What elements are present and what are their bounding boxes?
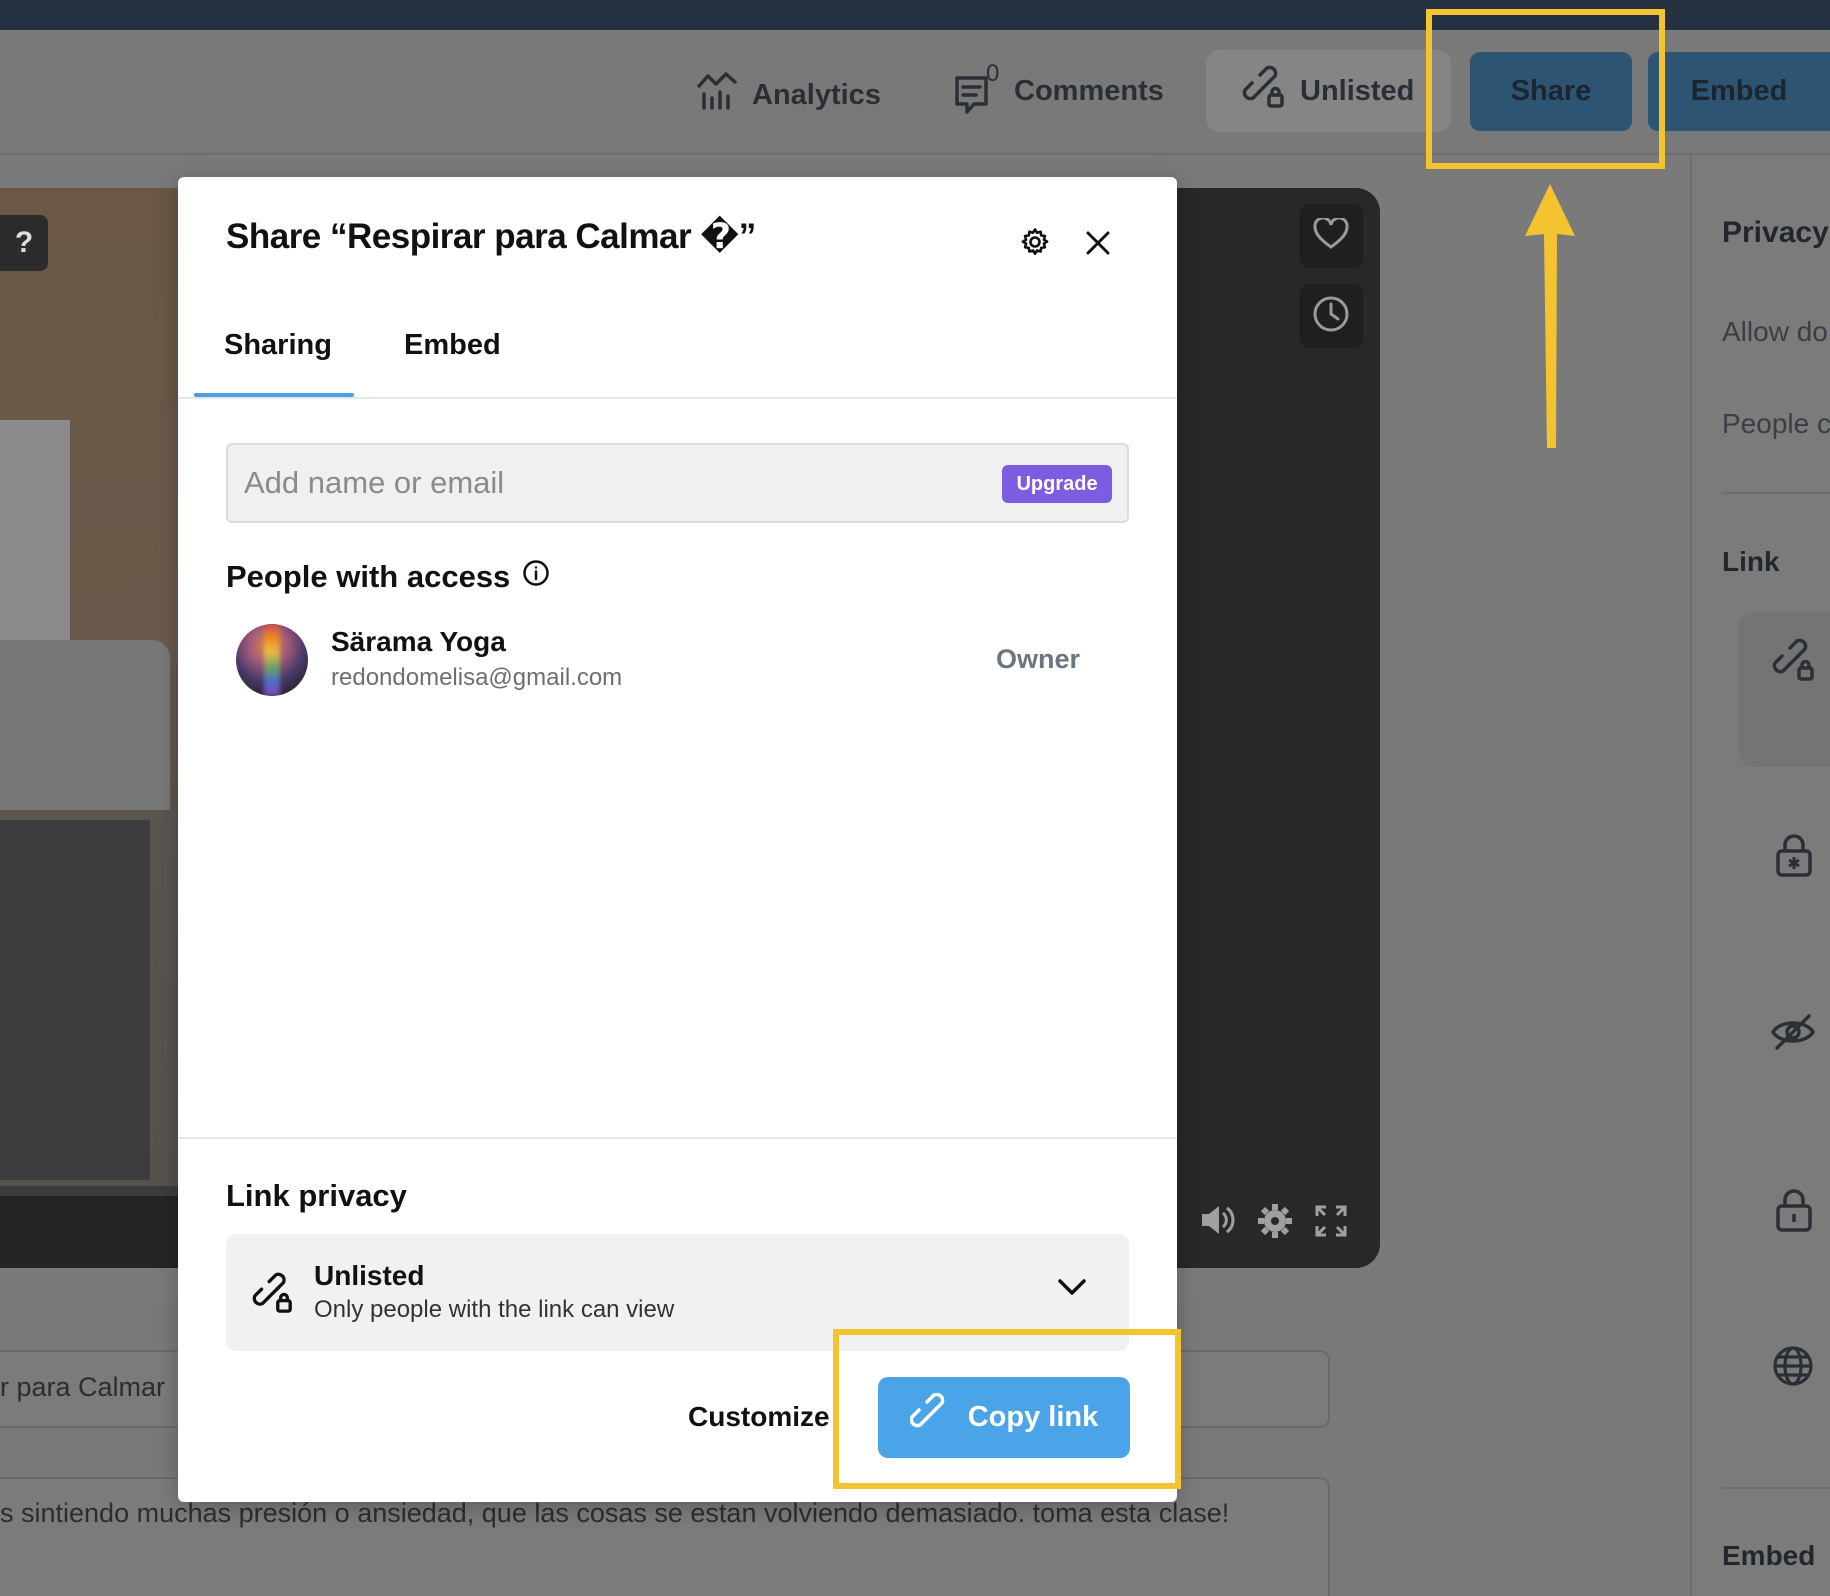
comments-count: 0 [986, 60, 1000, 87]
active-tab-indicator [194, 393, 354, 397]
avatar [236, 624, 308, 696]
people-with-access-label: People with access [226, 559, 511, 594]
comments-icon: 0 [954, 60, 1000, 116]
person-email: redondomelisa@gmail.com [331, 664, 623, 691]
link-section-title: Link [1722, 546, 1780, 577]
modal-close-button[interactable] [1078, 225, 1118, 265]
fullscreen-icon[interactable] [1314, 1204, 1348, 1243]
share-highlight-box [1426, 9, 1665, 169]
video-chair-base [0, 820, 150, 1180]
analytics-label: Analytics [752, 78, 881, 111]
panel-divider [1722, 1487, 1830, 1489]
lock-icon[interactable] [1775, 1188, 1813, 1237]
modal-settings-button[interactable] [1016, 225, 1054, 263]
info-icon[interactable] [522, 559, 550, 595]
people-with-access-heading: People with access [226, 559, 550, 595]
tab-sharing[interactable]: Sharing [224, 329, 332, 362]
annotation-arrow [1515, 184, 1585, 455]
panel-divider [1722, 492, 1830, 494]
eye-off-icon[interactable] [1770, 1012, 1816, 1057]
heart-icon [1313, 215, 1349, 255]
comments-label: Comments [1014, 74, 1164, 107]
person-name: Särama Yoga [331, 626, 506, 657]
embed-label: Embed [1690, 75, 1788, 107]
watch-later-button[interactable] [1299, 284, 1363, 348]
embed-section-title: Embed [1722, 1540, 1816, 1571]
link-lock-icon [1242, 65, 1286, 117]
globe-icon[interactable] [1772, 1345, 1814, 1392]
tab-embed[interactable]: Embed [404, 329, 501, 362]
analytics-icon [696, 70, 738, 120]
like-button[interactable] [1299, 204, 1363, 268]
lock-asterisk-icon[interactable] [1775, 833, 1813, 882]
embed-button[interactable]: Embed [1648, 52, 1830, 131]
close-icon [1085, 230, 1111, 261]
analytics-button[interactable]: Analytics [696, 70, 881, 120]
person-role: Owner [996, 644, 1081, 674]
settings-icon[interactable] [1257, 1203, 1293, 1244]
people-can-text: People c [1722, 408, 1830, 439]
comments-button[interactable]: 0 Comments [954, 60, 1164, 116]
gear-icon [1020, 227, 1050, 262]
video-chair [0, 640, 170, 810]
volume-icon[interactable] [1200, 1203, 1236, 1242]
privacy-option-unlisted[interactable] [1738, 612, 1830, 767]
modal-title: Share “Respirar para Calmar �” [226, 217, 756, 256]
privacy-option-subtitle: Only people with the link can view [314, 1296, 675, 1323]
upgrade-button[interactable]: Upgrade [1002, 465, 1112, 503]
description-field-value: s sintiendo muchas presión o ansiedad, q… [0, 1498, 1230, 1528]
add-name-or-email-input[interactable] [244, 445, 944, 521]
clock-icon [1312, 295, 1350, 338]
privacy-section-title: Privacy [1722, 216, 1829, 249]
footer-divider [178, 1137, 1177, 1139]
unlisted-button[interactable]: Unlisted [1206, 50, 1451, 132]
title-field-value: r para Calmar [0, 1372, 166, 1402]
unlisted-label: Unlisted [1300, 74, 1415, 107]
add-people-field: Upgrade [226, 443, 1129, 523]
copy-link-highlight-box [833, 1329, 1181, 1489]
share-modal: Share “Respirar para Calmar �” Sharing E… [178, 177, 1177, 1502]
link-privacy-heading: Link privacy [226, 1178, 407, 1213]
tab-divider [178, 397, 1177, 399]
allow-download-text: Allow do [1722, 316, 1828, 347]
chevron-down-icon [1056, 1276, 1088, 1303]
help-icon[interactable]: ? [0, 215, 48, 271]
privacy-option-title: Unlisted [314, 1260, 425, 1291]
link-lock-icon [1772, 638, 1816, 687]
customize-button[interactable]: Customize [688, 1401, 830, 1433]
link-lock-icon [252, 1272, 294, 1319]
